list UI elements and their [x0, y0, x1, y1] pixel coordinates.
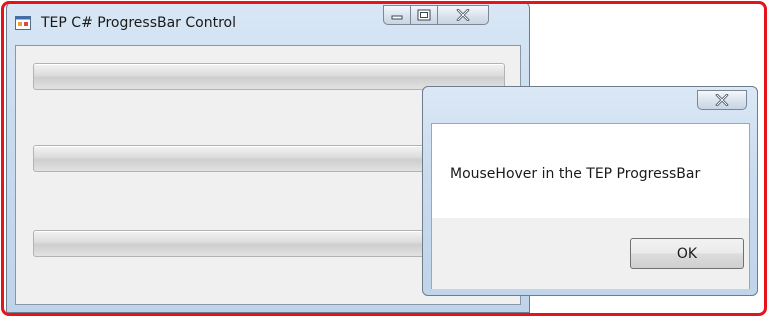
app-icon	[15, 16, 31, 30]
message-box-body: MouseHover in the TEP ProgressBar OK	[431, 123, 750, 289]
window-title: TEP C# ProgressBar Control	[41, 15, 236, 31]
minimize-icon	[391, 15, 403, 20]
message-box-footer: OK	[432, 218, 749, 289]
main-titlebar[interactable]: TEP C# ProgressBar Control	[7, 4, 529, 41]
ok-button[interactable]: OK	[630, 238, 744, 269]
close-icon	[456, 9, 470, 21]
message-box-close-button[interactable]	[697, 90, 747, 110]
message-text: MouseHover in the TEP ProgressBar	[450, 166, 701, 182]
close-icon	[715, 94, 729, 106]
close-button[interactable]	[437, 5, 489, 25]
maximize-icon	[417, 9, 431, 21]
maximize-button[interactable]	[410, 5, 437, 25]
minimize-button[interactable]	[383, 5, 410, 25]
caption-buttons	[383, 5, 489, 27]
screenshot-frame: TEP C# ProgressBar Control MouseHover in…	[1, 1, 767, 316]
message-box: MouseHover in the TEP ProgressBar OK	[422, 86, 758, 296]
